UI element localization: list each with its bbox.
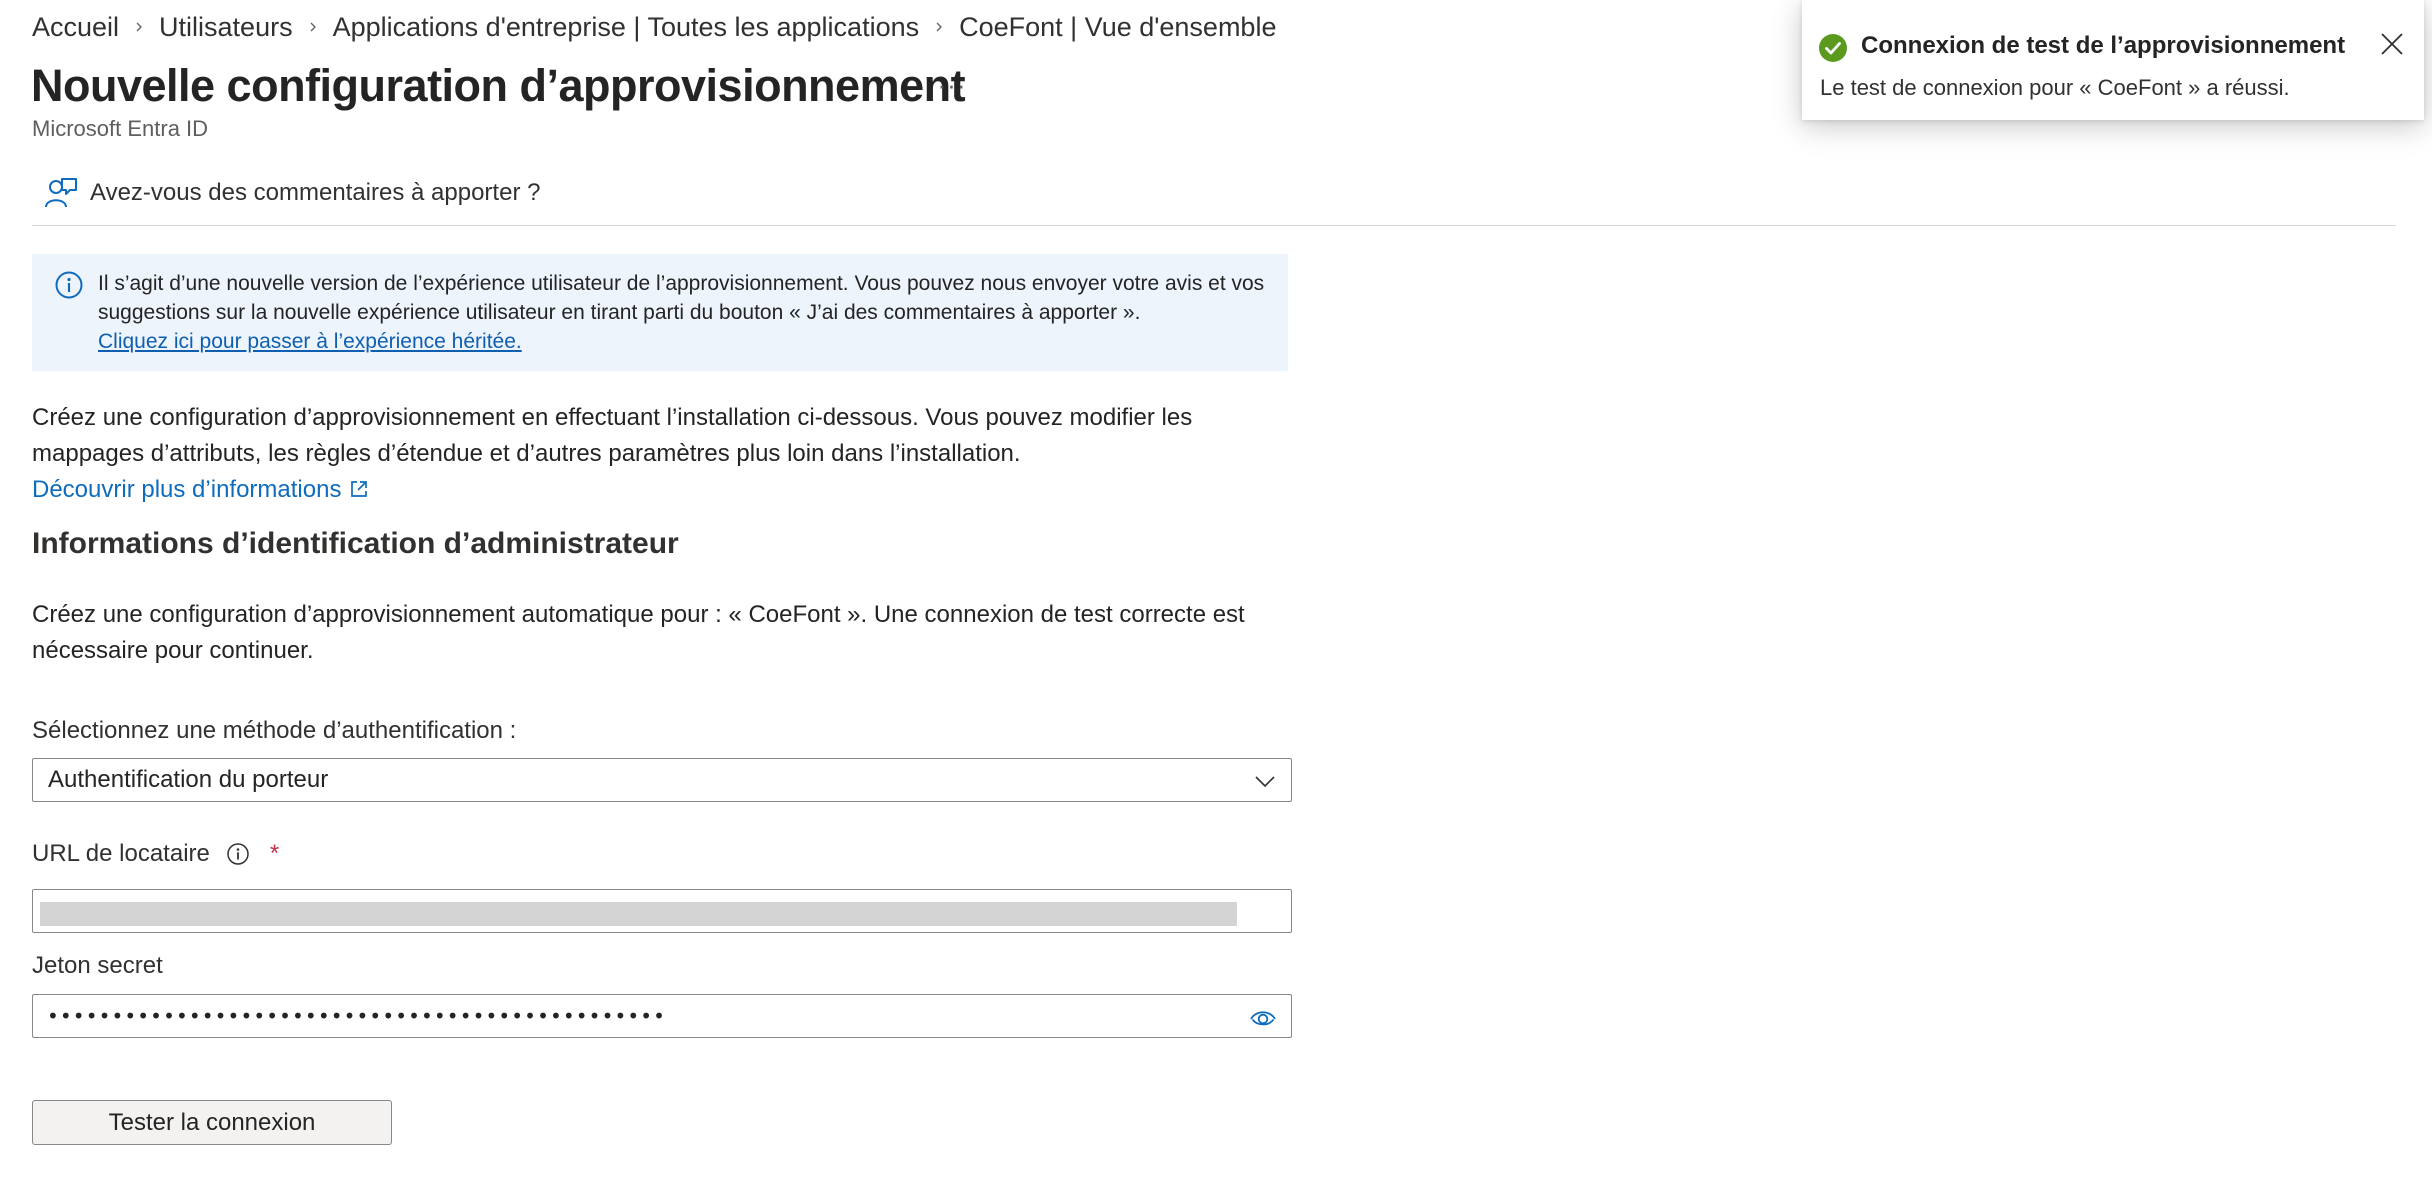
breadcrumb-app-overview[interactable]: CoeFont | Vue d'ensemble [959, 12, 1276, 43]
tenant-url-label-row: URL de locataire * [32, 840, 279, 868]
section-title: Informations d’identification d’administ… [32, 527, 679, 560]
page-subtitle: Microsoft Entra ID [32, 116, 209, 141]
learn-more-link[interactable]: Découvrir plus d’informations [32, 476, 369, 503]
auth-method-value: Authentification du porteur [48, 766, 329, 793]
more-options-button[interactable]: ··· [935, 68, 969, 102]
breadcrumb-home[interactable]: Accueil [32, 12, 119, 43]
learn-more-label: Découvrir plus d’informations [32, 476, 342, 503]
required-marker: * [269, 840, 280, 867]
feedback-button[interactable]: Avez-vous des commentaires à apporter ? [44, 173, 540, 213]
auth-method-dropdown[interactable]: Authentification du porteur [32, 758, 1292, 802]
notification-toast: Connexion de test de l’approvisionnement… [1802, 0, 2424, 120]
legacy-experience-link[interactable]: Cliquez ici pour passer à l’expérience h… [98, 330, 522, 353]
auth-method-label: Sélectionnez une méthode d’authentificat… [32, 717, 517, 744]
test-connection-button[interactable]: Tester la connexion [32, 1100, 392, 1145]
section-description: Créez une configuration d’approvisionnem… [32, 601, 1245, 664]
breadcrumb-users[interactable]: Utilisateurs [159, 12, 293, 43]
chevron-right-icon [293, 21, 333, 33]
notification-title: Connexion de test de l’approvisionnement [1861, 32, 2346, 59]
intro-paragraph: Créez une configuration d’approvisionnem… [32, 400, 1302, 508]
header-divider [32, 225, 2396, 226]
success-check-icon [1819, 34, 1847, 62]
tenant-url-input[interactable] [32, 889, 1292, 933]
breadcrumb-enterprise-apps[interactable]: Applications d'entreprise | Toutes les a… [333, 12, 920, 43]
page-title: Nouvelle configuration d’approvisionneme… [31, 60, 966, 111]
redacted-value [40, 902, 1237, 926]
secret-token-input[interactable]: ••••••••••••••••••••••••••••••••••••••••… [32, 994, 1292, 1038]
info-tooltip-icon[interactable] [226, 842, 250, 866]
tenant-url-label: URL de locataire [32, 840, 210, 867]
success-check-circle [1819, 34, 1847, 62]
secret-token-value: ••••••••••••••••••••••••••••••••••••••••… [47, 1004, 667, 1028]
breadcrumb: Accueil Utilisateurs Applications d'entr… [32, 10, 1276, 44]
close-icon[interactable] [2378, 30, 2406, 58]
chevron-right-icon [119, 21, 159, 33]
info-icon [54, 270, 84, 300]
chevron-right-icon [919, 21, 959, 33]
secret-token-label: Jeton secret [32, 952, 163, 979]
info-banner-text: Il s’agit d’une nouvelle version de l’ex… [98, 272, 1265, 324]
intro-text: Créez une configuration d’approvisionnem… [32, 404, 1193, 467]
chevron-down-icon [1255, 776, 1275, 788]
eye-icon[interactable] [1249, 1004, 1277, 1032]
external-link-icon [349, 474, 369, 497]
feedback-person-icon [44, 176, 78, 210]
notification-message: Le test de connexion pour « CoeFont » a … [1820, 75, 2290, 100]
feedback-label: Avez-vous des commentaires à apporter ? [90, 179, 541, 206]
info-banner: Il s’agit d’une nouvelle version de l’ex… [32, 254, 1288, 371]
